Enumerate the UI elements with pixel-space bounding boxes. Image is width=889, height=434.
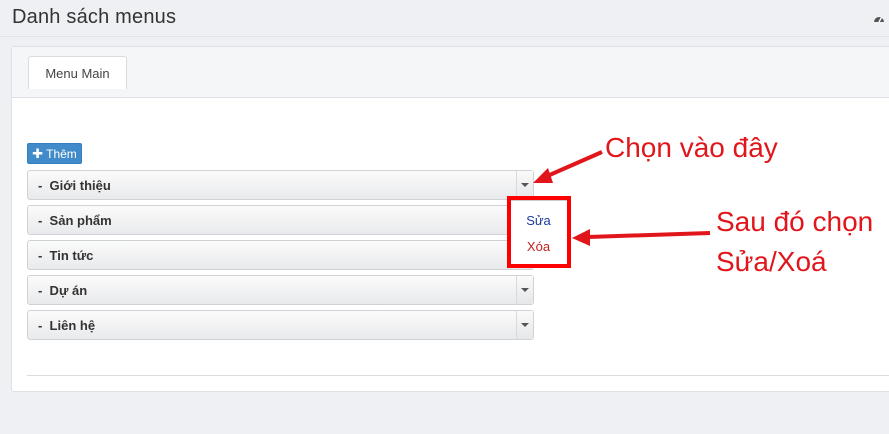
menu-item-label: - Giới thiệu <box>38 178 111 193</box>
chevron-down-icon <box>521 288 529 292</box>
title-divider <box>0 36 889 37</box>
add-button-label: Thêm <box>46 146 77 161</box>
chevron-down-icon <box>521 183 529 187</box>
menu-item-tin-tuc[interactable]: - Tin tức <box>27 240 534 270</box>
page-title: Danh sách menus <box>12 6 177 28</box>
chevron-down-icon <box>521 323 529 327</box>
tab-menu-main[interactable]: Menu Main <box>28 56 127 89</box>
plus-icon: ✚ <box>32 146 44 161</box>
menu-item-label: - Dự án <box>38 283 88 298</box>
menu-item-label: - Tin tức <box>38 248 94 263</box>
annotation-click-here: Chọn vào đây <box>605 132 778 163</box>
annotation-highlight-box <box>507 196 571 268</box>
menu-item-gioi-thieu[interactable]: - Giới thiệu <box>27 170 534 200</box>
menu-item-toggle[interactable] <box>516 171 533 199</box>
menu-item-san-pham[interactable]: - Sản phẩm <box>27 205 534 235</box>
tab-strip <box>12 47 889 98</box>
menu-item-label: - Sản phẩm <box>38 213 112 228</box>
panel-bottom-divider <box>27 375 889 376</box>
add-button[interactable]: ✚ Thêm <box>27 143 82 164</box>
menu-item-lien-he[interactable]: - Liên hệ <box>27 310 534 340</box>
menu-item-label: - Liên hệ <box>38 318 96 333</box>
menu-item-toggle[interactable] <box>516 311 533 339</box>
annotation-then-choose: Sau đó chọn <box>716 206 874 237</box>
menu-item-toggle[interactable] <box>516 276 533 304</box>
annotation-edit-delete: Sửa/Xoá <box>716 246 827 277</box>
menu-item-du-an[interactable]: - Dự án <box>27 275 534 305</box>
dashboard-icon[interactable] <box>873 13 885 23</box>
